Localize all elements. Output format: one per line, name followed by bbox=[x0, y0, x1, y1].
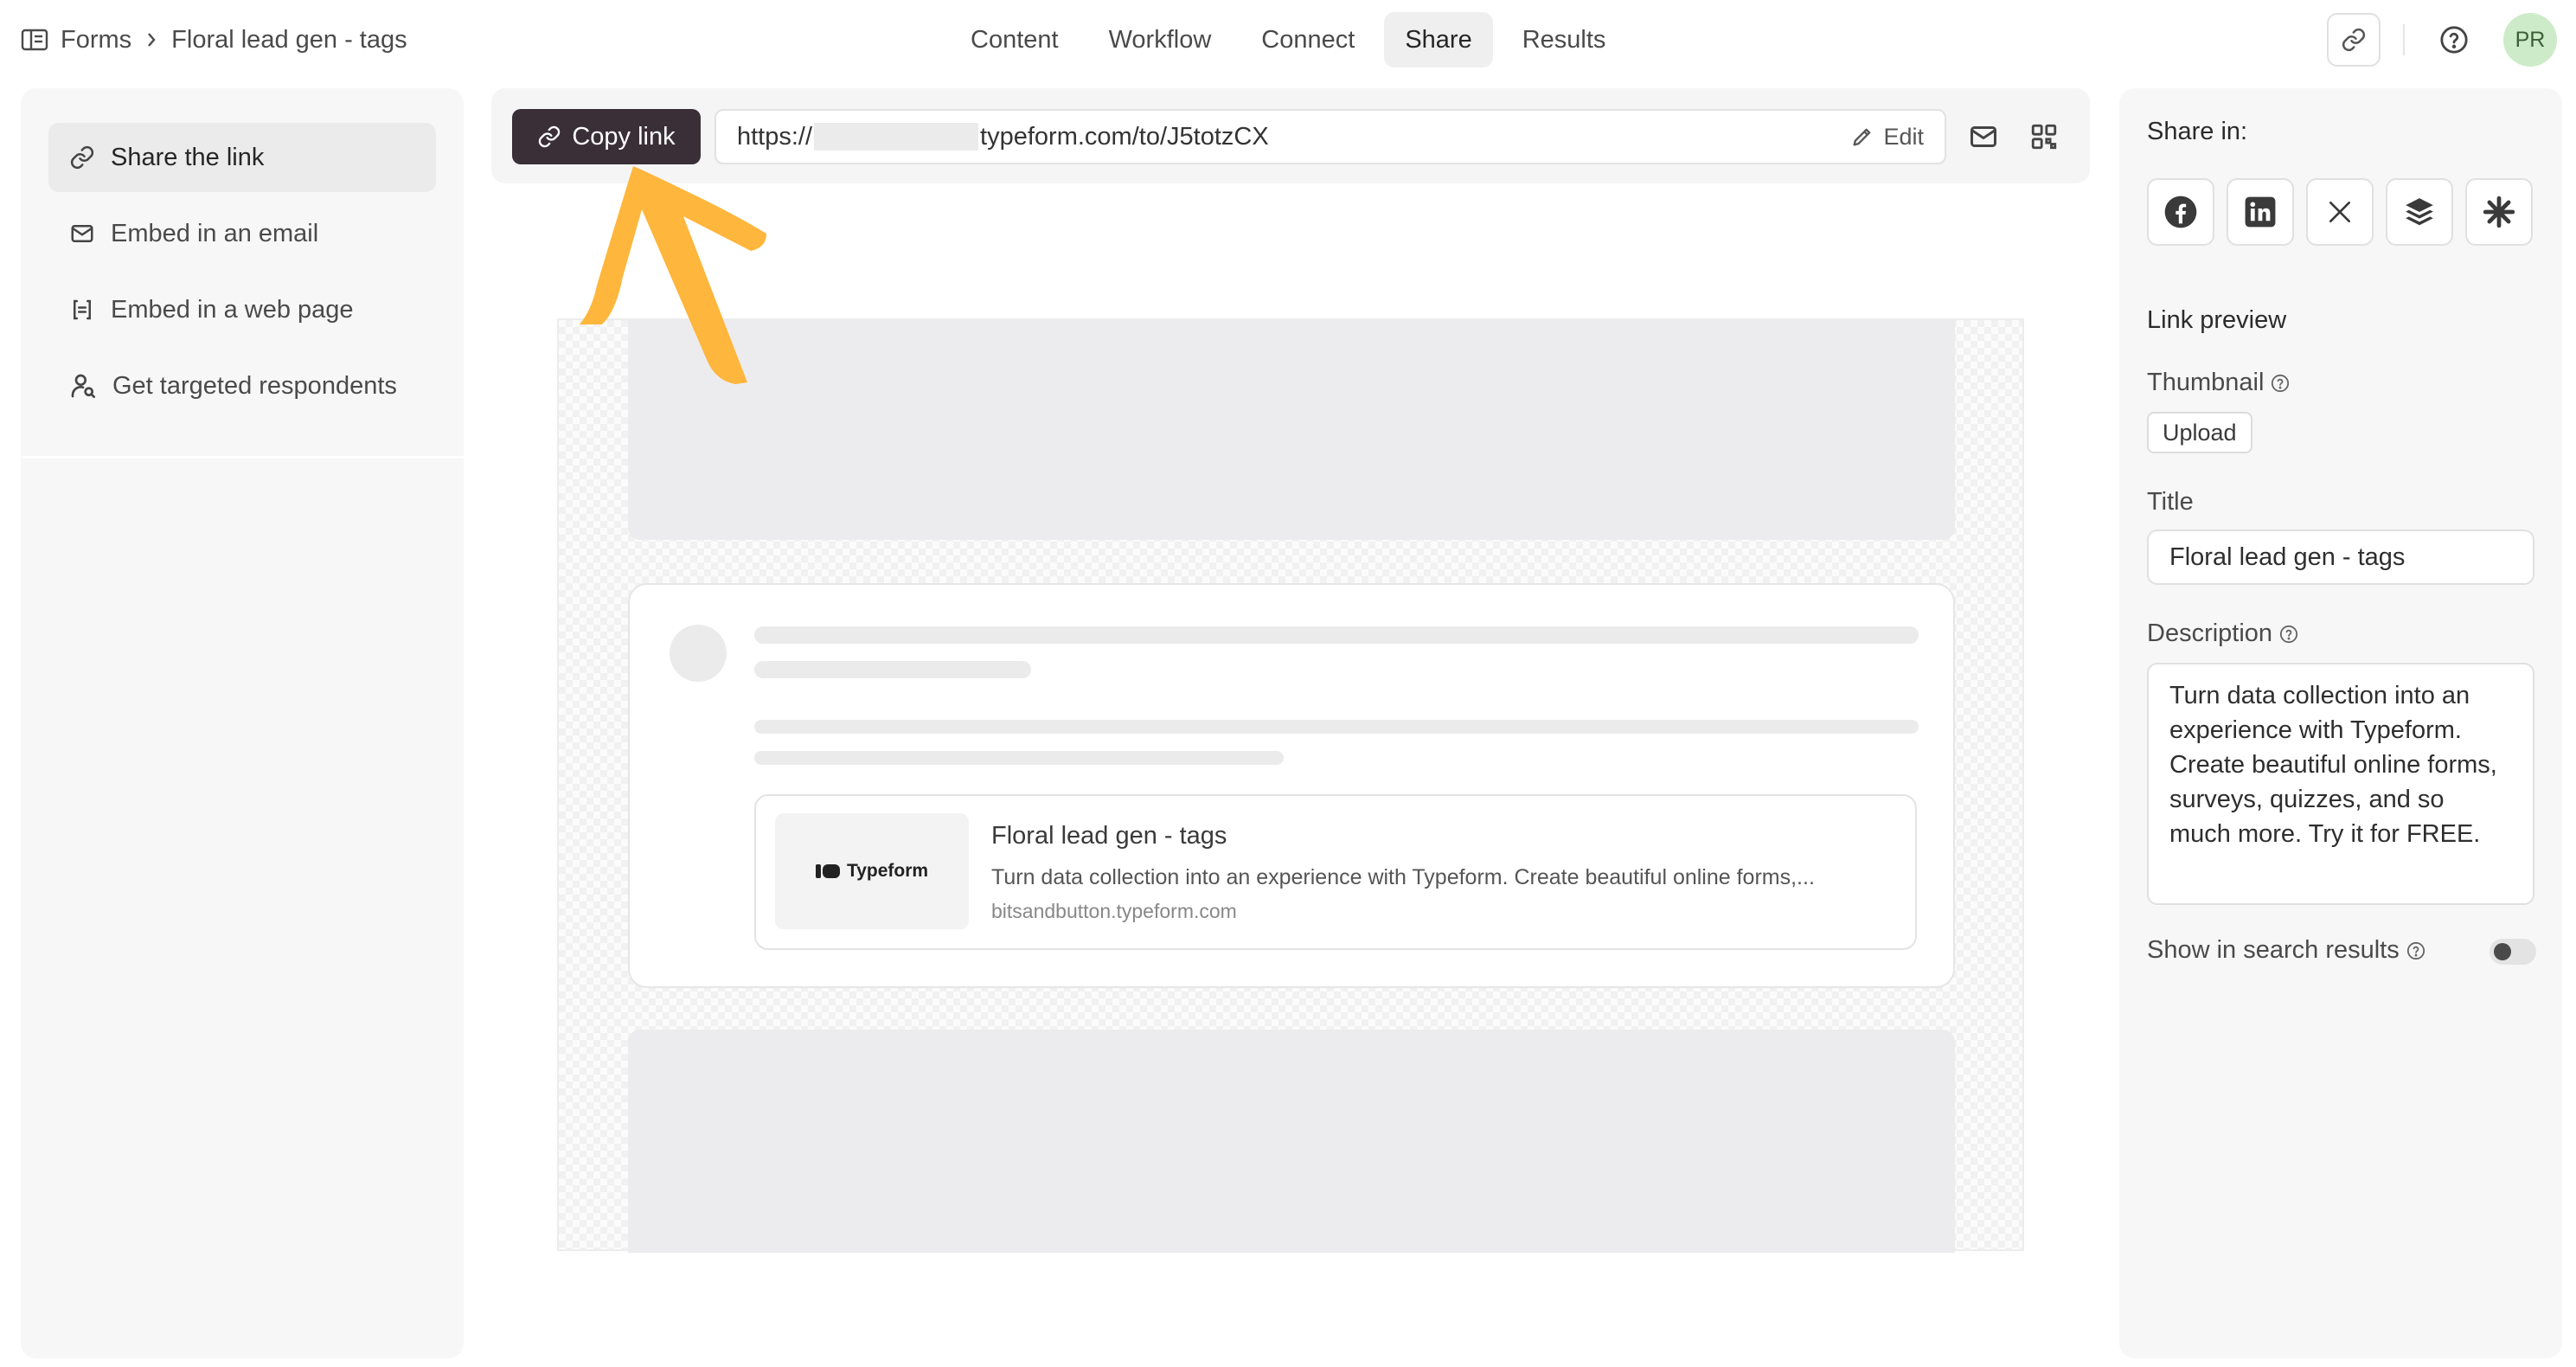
buffer-icon bbox=[2406, 198, 2433, 226]
sidebar-item-label: Share the link bbox=[111, 143, 265, 171]
pencil-icon bbox=[1853, 128, 1871, 146]
mail-icon bbox=[1970, 126, 1996, 147]
thumbnail-label-row: Thumbnail bbox=[2147, 369, 2290, 397]
share-sidebar: Share the link Embed in an email Embed i… bbox=[21, 88, 464, 1358]
share-facebook-button[interactable] bbox=[2147, 178, 2214, 246]
sidebar-item-share-link[interactable]: Share the link bbox=[48, 123, 436, 192]
title-label: Title bbox=[2147, 488, 2194, 516]
skeleton-line bbox=[754, 626, 1919, 644]
preview-description: Turn data collection into an experience … bbox=[991, 865, 1815, 889]
description-label-row: Description bbox=[2147, 619, 2298, 648]
copy-link-label: Copy link bbox=[572, 122, 676, 151]
share-buffer-button[interactable] bbox=[2386, 178, 2453, 246]
search-results-toggle[interactable] bbox=[2489, 939, 2536, 965]
thumbnail-label: Thumbnail bbox=[2147, 369, 2265, 396]
share-x-button[interactable] bbox=[2306, 178, 2374, 246]
preview-url: bitsandbutton.typeform.com bbox=[991, 900, 1237, 922]
avatar[interactable]: PR bbox=[2503, 13, 2557, 67]
breadcrumb: Forms Floral lead gen - tags bbox=[21, 0, 407, 80]
top-right-actions: PR bbox=[2327, 12, 2557, 67]
url-suffix: typeform.com/to/J5totzCX bbox=[980, 122, 1269, 151]
share-linkedin-button[interactable] bbox=[2227, 178, 2294, 246]
forms-icon bbox=[21, 29, 48, 51]
sidebar-item-label: Embed in a web page bbox=[111, 295, 354, 324]
link-preview-canvas: Typeform Floral lead gen - tags Turn dat… bbox=[557, 318, 2024, 1253]
tab-share[interactable]: Share bbox=[1384, 12, 1493, 67]
link-icon bbox=[2342, 28, 2366, 52]
thumbnail-logo-text: Typeform bbox=[846, 861, 929, 881]
search-results-label-row: Show in search results bbox=[2147, 936, 2425, 965]
qr-code-icon bbox=[2031, 124, 2057, 150]
user-search-icon bbox=[71, 374, 95, 398]
tab-connect[interactable]: Connect bbox=[1240, 12, 1375, 67]
social-share-buttons bbox=[2147, 178, 2533, 246]
skeleton-line bbox=[754, 720, 1919, 734]
skeleton-line bbox=[754, 661, 1031, 678]
sidebar-item-embed-web[interactable]: Embed in a web page bbox=[48, 275, 436, 344]
link-icon bbox=[539, 125, 561, 148]
edit-label: Edit bbox=[1883, 123, 1924, 150]
tab-content[interactable]: Content bbox=[950, 12, 1080, 67]
chevron-right-icon bbox=[148, 33, 156, 47]
share-asterisk-button[interactable] bbox=[2465, 178, 2533, 246]
sidebar-item-embed-email[interactable]: Embed in an email bbox=[48, 199, 436, 268]
asterisk-icon bbox=[2483, 196, 2515, 228]
preview-title: Floral lead gen - tags bbox=[991, 822, 1227, 850]
search-results-label: Show in search results bbox=[2147, 936, 2400, 964]
linkedin-icon bbox=[2245, 196, 2276, 228]
share-email-button[interactable] bbox=[1964, 117, 2003, 157]
tab-results[interactable]: Results bbox=[1502, 12, 1627, 67]
link-preview-heading: Link preview bbox=[2147, 306, 2287, 334]
help-icon[interactable] bbox=[2271, 374, 2290, 393]
facebook-icon bbox=[2164, 196, 2197, 228]
toggle-knob bbox=[2494, 943, 2511, 960]
share-in-label: Share in: bbox=[2147, 118, 2248, 145]
upload-thumbnail-button[interactable]: Upload bbox=[2147, 412, 2252, 453]
help-icon bbox=[2440, 26, 2468, 54]
divider bbox=[2403, 24, 2405, 55]
url-prefix: https:// bbox=[737, 122, 813, 151]
sidebar-item-label: Embed in an email bbox=[111, 219, 319, 247]
sidebar-item-targeted-respondents[interactable]: Get targeted respondents bbox=[48, 351, 436, 420]
breadcrumb-forms-link[interactable]: Forms bbox=[61, 26, 131, 55]
preview-title-input[interactable]: Floral lead gen - tags bbox=[2147, 529, 2534, 585]
sidebar-item-label: Get targeted respondents bbox=[112, 371, 397, 400]
tab-workflow[interactable]: Workflow bbox=[1088, 12, 1233, 67]
copy-link-top-button[interactable] bbox=[2327, 13, 2381, 67]
preview-description-input[interactable]: Turn data collection into an experience … bbox=[2147, 663, 2534, 905]
skeleton-line bbox=[754, 751, 1284, 765]
top-bar: Forms Floral lead gen - tags Content Wor… bbox=[0, 0, 2576, 80]
link-preview-card: Typeform Floral lead gen - tags Turn dat… bbox=[754, 794, 1917, 950]
share-settings-panel: Share in: Link preview Thumbnail Upload … bbox=[2119, 88, 2562, 1358]
qr-code-button[interactable] bbox=[2024, 117, 2064, 157]
skeleton-avatar bbox=[670, 625, 727, 682]
help-button[interactable] bbox=[2427, 13, 2481, 67]
placeholder-block bbox=[628, 1030, 1955, 1253]
copy-link-button[interactable]: Copy link bbox=[512, 109, 701, 164]
main-nav: Content Workflow Connect Share Results bbox=[950, 12, 1626, 67]
description-label: Description bbox=[2147, 619, 2273, 647]
breadcrumb-current-form[interactable]: Floral lead gen - tags bbox=[171, 26, 407, 55]
help-icon[interactable] bbox=[2406, 941, 2425, 960]
mail-icon bbox=[71, 225, 93, 242]
annotation-arrow-icon bbox=[580, 166, 766, 384]
x-icon bbox=[2329, 202, 2350, 222]
placeholder-block bbox=[628, 318, 1955, 540]
help-icon[interactable] bbox=[2279, 625, 2298, 644]
social-post-preview: Typeform Floral lead gen - tags Turn dat… bbox=[628, 583, 1955, 988]
code-bracket-icon bbox=[74, 299, 91, 320]
preview-thumbnail: Typeform bbox=[775, 813, 969, 929]
link-icon bbox=[70, 145, 94, 170]
sidebar-divider bbox=[21, 456, 464, 459]
share-url-field[interactable]: https:// typeform.com/to/J5totzCX Edit bbox=[714, 109, 1946, 164]
typeform-logo-icon bbox=[815, 864, 840, 878]
redacted-subdomain bbox=[814, 123, 979, 151]
edit-url-button[interactable]: Edit bbox=[1850, 111, 1924, 163]
